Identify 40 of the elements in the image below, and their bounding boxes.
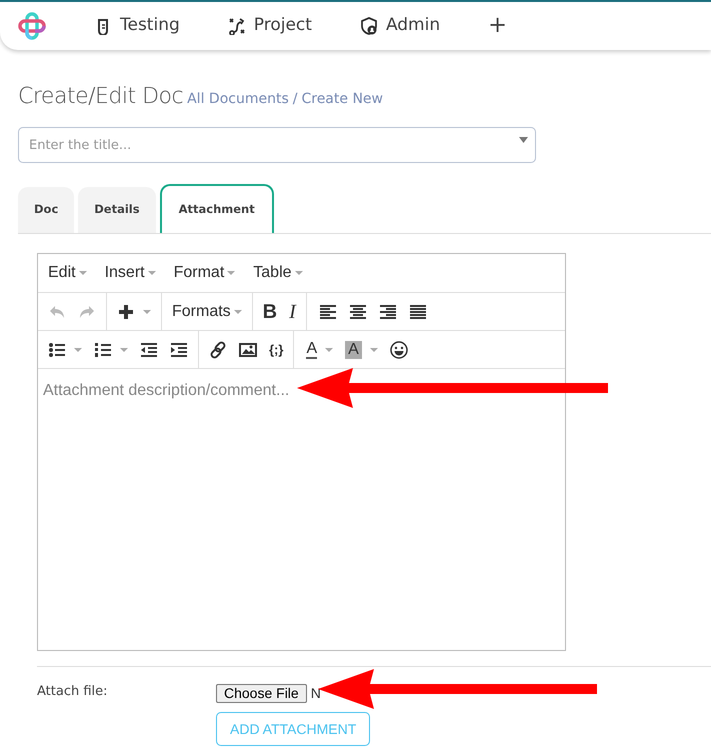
numbered-list-icon [94,340,112,358]
route-icon [228,17,246,35]
menu-item[interactable]: Format [174,261,236,285]
breadcrumb-separator: / [292,90,298,109]
align-left-icon [318,302,337,320]
dropdown-caret-icon [519,137,528,143]
background-color-button[interactable]: A [341,334,382,364]
title-field[interactable]: Enter the title... [18,127,536,163]
attach-file-label: Attach file: [37,683,109,701]
tab[interactable]: Attachment [160,184,274,233]
formats-dropdown[interactable]: Formats [168,296,246,326]
menu-item[interactable]: Insert [104,261,156,285]
logo-icon[interactable] [18,12,46,40]
outdent-icon [140,340,158,358]
justify-icon [408,302,427,320]
italic-button[interactable]: I [285,296,300,326]
add-button[interactable]: + [488,9,507,43]
image-icon [239,340,257,358]
choose-file-button[interactable]: Choose File [216,684,307,703]
tab[interactable]: Details [78,187,156,233]
bullet-list-icon [48,340,66,358]
page-title: Create/Edit Doc [18,83,184,111]
shield-icon [360,17,378,35]
file-status: N [310,684,321,703]
code-button[interactable]: {;} [265,334,288,364]
align-right-icon [378,302,397,320]
link-icon [209,340,227,358]
menu-item[interactable]: Table [253,261,303,285]
plus-icon [117,302,135,320]
text-color-button[interactable]: A [302,334,338,364]
bold-button[interactable]: B [258,296,282,326]
nav-link[interactable]: Testing [94,13,180,39]
tab[interactable]: Doc [18,187,74,233]
align-center-icon [348,302,367,320]
description-field[interactable]: Attachment description/comment... [43,379,290,403]
menu-item[interactable]: Edit [48,261,87,285]
nav-link[interactable]: Admin [360,13,440,39]
indent-icon [170,340,188,358]
smiley-icon [390,340,408,358]
nav-link[interactable]: Project [228,13,312,39]
